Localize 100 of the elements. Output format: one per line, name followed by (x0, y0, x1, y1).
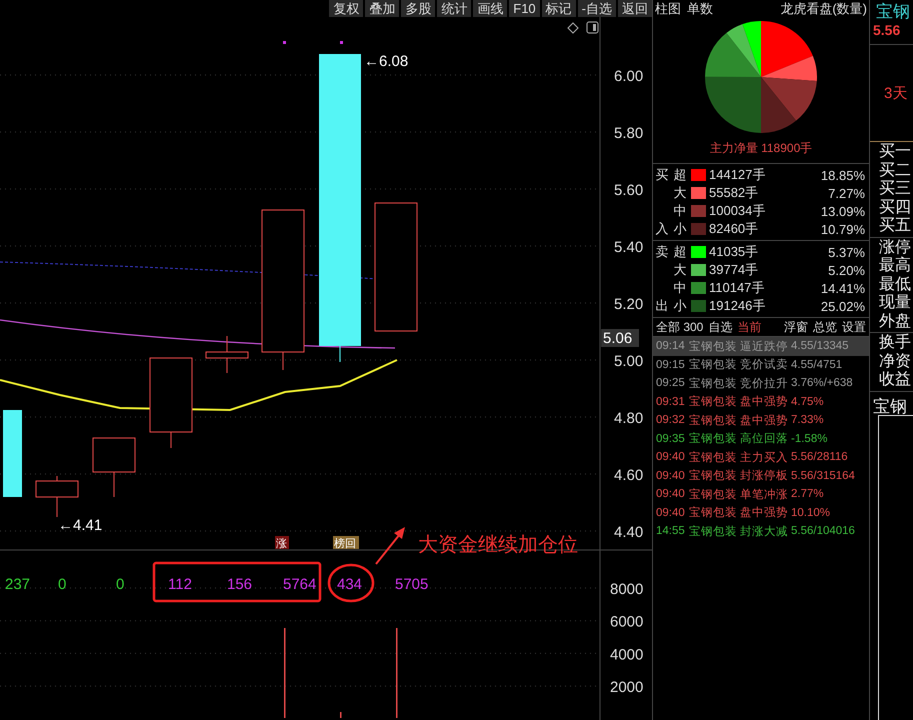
panel-title: 龙虎看盘(数量) (780, 0, 867, 18)
quote-field-label: 现量 (878, 294, 912, 312)
alert-tab[interactable]: 全部 300 (656, 318, 704, 336)
quote-field-label: 买五 (878, 217, 912, 236)
quote-field-label: 最高 (878, 257, 912, 276)
alert-tool-link[interactable]: 设置 (842, 318, 866, 336)
quote-field-label: 收益 (878, 371, 912, 390)
alert-row[interactable]: 09:40 宝钢包装 主力买入 5.56/28116 (653, 448, 869, 466)
quote-field-label: 买三 (878, 180, 912, 198)
price-axis-label: 4.40 (614, 524, 644, 541)
percent-value: 5.37% (827, 244, 866, 260)
alert-row[interactable]: 09:31 宝钢包装 盘中强势 4.75% (653, 392, 869, 411)
price-axis-label: 4.80 (614, 410, 644, 427)
volume-axis-label: 4000 (610, 646, 644, 664)
toolbar-button[interactable]: F10 (509, 0, 540, 17)
toolbar-button[interactable]: 复权 (329, 0, 364, 17)
alert-tool-link[interactable]: 浮窗 (784, 318, 808, 336)
toolbar-button[interactable]: 画线 (473, 0, 508, 17)
stock-price: 5.56 (870, 22, 913, 45)
quote-field-label: 最低 (878, 276, 912, 294)
quote-field-label: 买四 (878, 198, 912, 217)
toolbar-button[interactable]: 统计 (437, 0, 472, 17)
alert-tab[interactable]: 自选 (708, 318, 732, 336)
alert-row[interactable]: 09:25 宝钢包装 竞价拉升 3.76%/+638 (653, 374, 869, 392)
annotation-text: 大资金继续加仓位 (418, 534, 578, 556)
alert-row[interactable]: 09:40 宝钢包装 封涨停板 5.56/315164 (653, 466, 869, 485)
alert-row[interactable]: 09:40 宝钢包装 盘中强势 10.10% (653, 504, 869, 522)
quote-field-label: 换手 (878, 334, 912, 352)
highlight-circle (328, 564, 374, 602)
quote-field-label: 买一 (878, 143, 912, 162)
volume-axis-label: 8000 (610, 581, 644, 598)
volume-axis-label: 2000 (610, 679, 644, 696)
indicator-value: 0 (116, 576, 124, 593)
toolbar-button[interactable]: 多股 (401, 0, 436, 17)
percent-value: 10.79% (820, 222, 866, 236)
percent-value: 18.85% (820, 168, 866, 182)
percent-value: 7.27% (827, 186, 866, 200)
side-label: 买 (654, 166, 670, 184)
alert-tab[interactable]: 当前 (737, 318, 762, 336)
candlestick (92, 438, 136, 498)
volume-value: 100034手 (709, 202, 766, 220)
order-size-label: 超 (672, 166, 688, 184)
quote-field-label: 买二 (878, 162, 912, 180)
stock-name: 宝钢 (875, 1, 911, 22)
stock-name: 宝钢 (872, 396, 908, 414)
alert-row[interactable]: 09:40 宝钢包装 单笔冲涨 2.77% (653, 485, 869, 504)
current-price-tag: 5.06 (601, 329, 639, 347)
price-axis-label: 5.00 (614, 353, 644, 370)
percent-value: 13.09% (820, 204, 866, 218)
panel-toggle-icon[interactable] (586, 22, 598, 34)
price-axis-label: 4.60 (614, 467, 644, 484)
view-tab[interactable]: 单数 (687, 0, 713, 18)
candlestick (206, 336, 248, 374)
alert-row[interactable]: 09:35 宝钢包装 高位回落 -1.58% (653, 430, 869, 448)
net-volume-text: 主力净量 118900手 (710, 140, 812, 157)
alert-row[interactable]: 09:15 宝钢包装 竞价试卖 4.55/4751 (653, 356, 869, 374)
price-axis-label: 5.20 (614, 296, 644, 313)
volume-value: 41035手 (709, 243, 760, 261)
signal-tag: 榜回 (333, 536, 359, 550)
volume-value: 55582手 (709, 184, 760, 202)
order-size-label: 超 (672, 243, 688, 261)
toolbar-button[interactable]: 标记 (542, 0, 576, 17)
alert-row[interactable]: 09:32 宝钢包装 盘中强势 7.33% (653, 411, 869, 430)
percent-value: 5.20% (827, 262, 866, 278)
toolbar-button[interactable]: 返回 (618, 0, 652, 17)
price-axis-label: 5.40 (614, 239, 644, 256)
alert-tool-link[interactable]: 总览 (813, 318, 837, 336)
side-label: 出 (654, 297, 670, 315)
streak-note: 3天 (884, 84, 908, 102)
price-axis-label: 5.60 (614, 182, 644, 199)
indicator-value: 5705 (395, 576, 428, 593)
high-price-label: ←6.08 (364, 53, 408, 70)
order-size-label: 中 (672, 279, 688, 297)
order-size-label: 中 (672, 202, 688, 220)
percent-value: 25.02% (820, 298, 866, 314)
annotation-arrow (375, 527, 405, 565)
side-label: 入 (654, 220, 670, 238)
low-price-label: ←4.41 (58, 517, 102, 534)
price-axis-label: 5.80 (614, 125, 644, 142)
volume-value: 82460手 (709, 220, 760, 238)
quote-field-label: 外盘 (878, 312, 912, 331)
indicator-value: 5764 (283, 576, 316, 593)
alert-row[interactable]: 09:14 宝钢包装 逼近跌停 4.55/13345 (653, 337, 869, 356)
side-label: 卖 (654, 243, 670, 261)
toolbar-button[interactable]: -自选 (578, 0, 616, 17)
order-size-label: 大 (672, 261, 688, 279)
indicator-value: 237 (5, 576, 30, 593)
volume-value: 144127手 (709, 166, 766, 184)
volume-value: 110147手 (709, 279, 766, 297)
order-size-label: 小 (672, 297, 688, 315)
volume-axis-label: 6000 (610, 614, 644, 631)
indicator-value: 0 (58, 576, 66, 593)
alert-row[interactable]: 14:55 宝钢包装 封涨大减 5.56/104016 (653, 522, 869, 540)
volume-value: 39774手 (709, 261, 760, 279)
quote-field-label: 涨停 (878, 238, 912, 256)
indicator-value: 434 (337, 576, 362, 593)
view-tab[interactable]: 柱图 (655, 0, 681, 18)
price-axis-label: 6.00 (614, 68, 644, 85)
toolbar-button[interactable]: 叠加 (365, 0, 400, 17)
diamond-icon[interactable] (567, 22, 579, 34)
